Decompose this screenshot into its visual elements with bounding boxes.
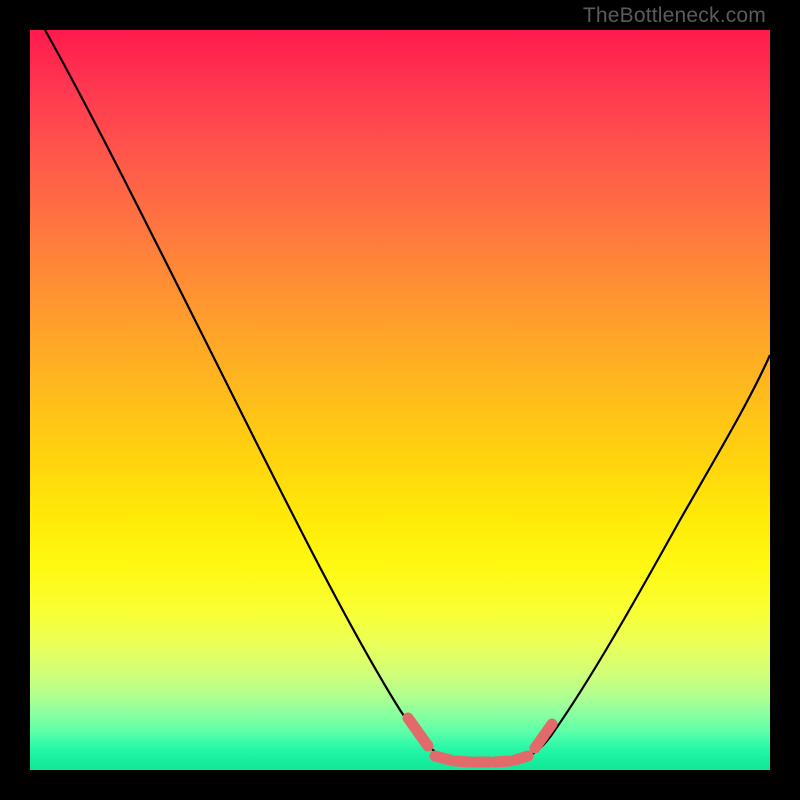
chart-container: TheBottleneck.com [0,0,800,800]
plot-area [30,30,770,770]
optimal-range-highlight [408,718,552,762]
curve-svg [30,30,770,770]
bottleneck-curve-line [45,30,770,764]
watermark-text: TheBottleneck.com [583,4,766,28]
